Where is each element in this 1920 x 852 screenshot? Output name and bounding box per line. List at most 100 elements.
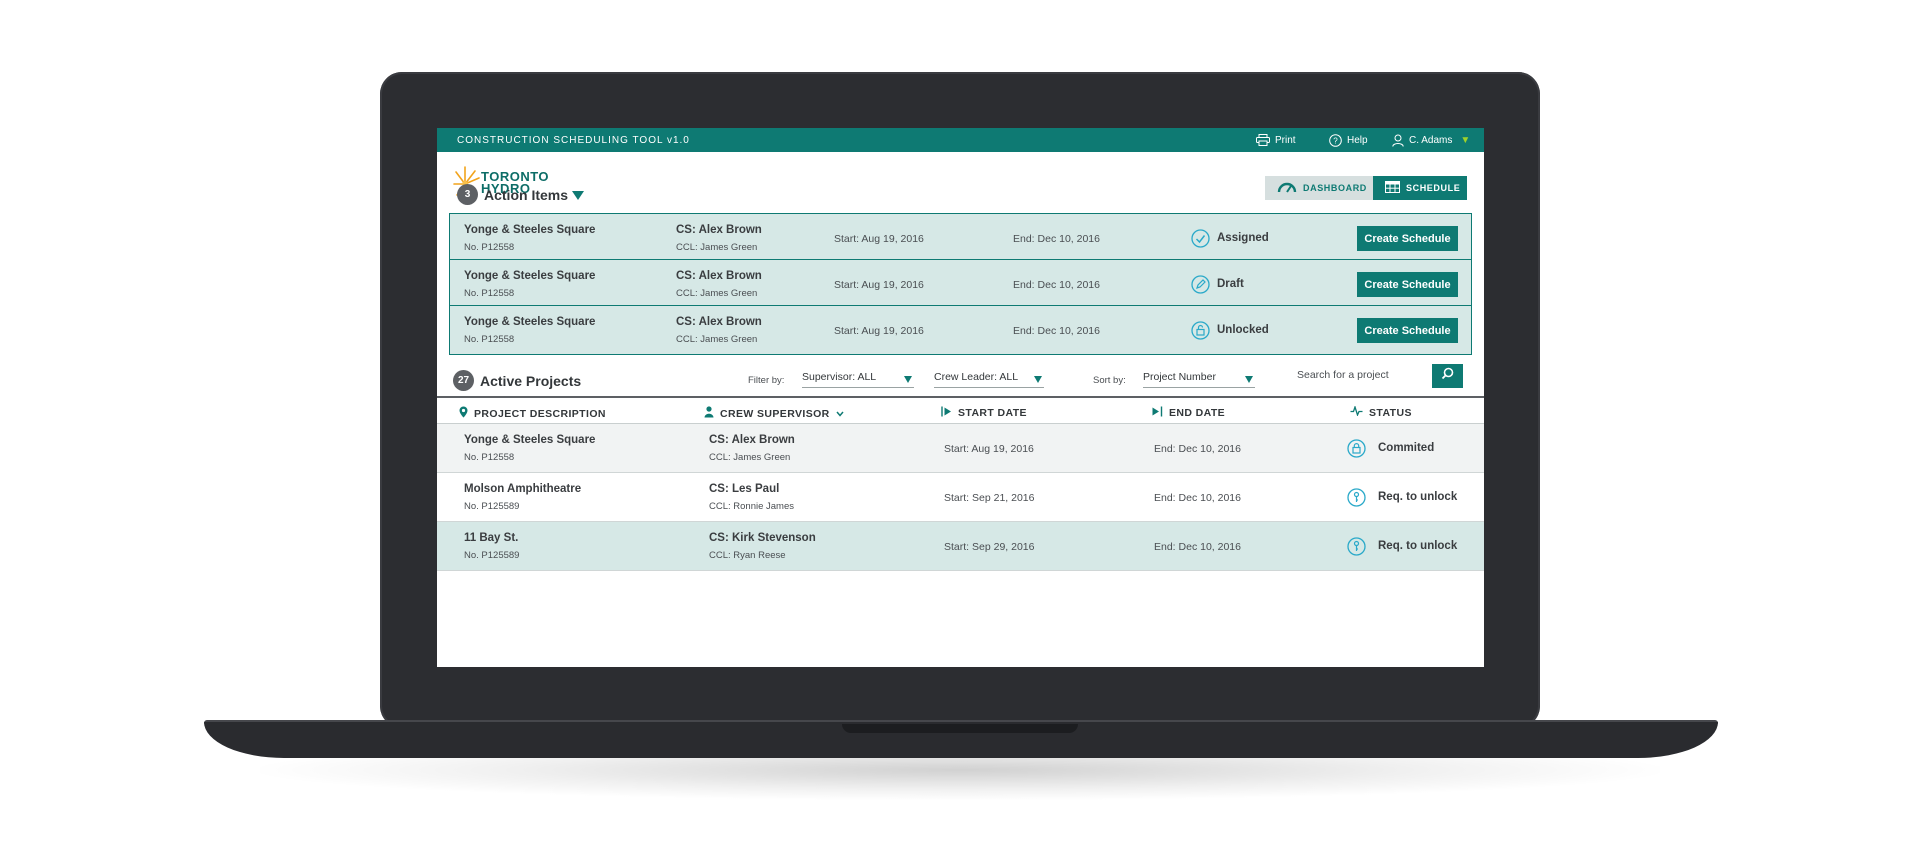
crew-supervisor: CS: Alex Brown [676,270,762,282]
project-number: No. P12558 [464,334,515,345]
end-date: End: Dec 10, 2016 [1154,541,1241,553]
end-date: End: Dec 10, 2016 [1154,492,1241,504]
calendar-grid-icon [1385,181,1400,195]
user-name: C. Adams [1409,135,1453,146]
projects-table-header: PROJECT DESCRIPTION CREW SUPERVISOR STAR… [437,396,1484,424]
help-label: Help [1347,135,1368,146]
dashboard-tab[interactable]: DASHBOARD [1265,176,1373,200]
project-search-input[interactable] [1297,364,1432,386]
create-schedule-button[interactable]: Create Schedule [1357,272,1458,297]
dropdown-caret-icon [904,376,912,383]
action-item-row[interactable]: Yonge & Steeles Square No. P12558 CS: Al… [449,305,1472,355]
crew-leader: CCL: James Green [676,288,758,299]
svg-text:?: ? [1333,137,1338,146]
crew-leader: CCL: Ronnie James [709,501,795,512]
dashboard-label: DASHBOARD [1303,183,1367,193]
col-label: CREW SUPERVISOR [720,407,830,420]
schedule-tab[interactable]: SCHEDULE [1373,176,1467,200]
create-schedule-button[interactable]: Create Schedule [1357,226,1458,251]
crew-leader: CCL: James Green [676,334,758,345]
start-date: Start: Sep 29, 2016 [944,541,1035,553]
check-circle-icon [1191,229,1210,248]
print-button[interactable]: Print [1256,134,1296,146]
person-icon [704,406,714,421]
crew-leader: CCL: James Green [676,242,758,253]
start-date: Start: Aug 19, 2016 [834,279,924,291]
end-marker-icon [1152,406,1163,420]
crew-supervisor: CS: Les Paul [709,483,780,495]
key-circle-icon [1347,537,1366,556]
table-row[interactable]: 11 Bay St. No. P125589 CS: Kirk Stevenso… [437,522,1484,571]
help-button[interactable]: ? Help [1329,134,1368,147]
start-date: Start: Aug 19, 2016 [834,325,924,337]
project-number: No. P125589 [464,550,520,561]
status-label: Req. to unlock [1378,540,1458,552]
collapse-caret-icon[interactable] [572,191,584,200]
col-end-date[interactable]: END DATE [1152,406,1225,420]
filter-label: Filter by: [748,375,785,386]
supervisor-filter-value: Supervisor: ALL [802,371,877,383]
action-items-count: 3 [457,184,478,205]
crew-supervisor: CS: Alex Brown [676,224,762,236]
project-name: Yonge & Steeles Square [464,316,596,328]
status-label: Assigned [1217,232,1269,244]
sort-value: Project Number [1143,371,1216,383]
sort-select[interactable]: Project Number [1143,368,1255,388]
action-item-row[interactable]: Yonge & Steeles Square No. P12558 CS: Al… [449,213,1472,263]
pencil-circle-icon [1191,275,1210,294]
col-start-date[interactable]: START DATE [941,406,1027,420]
col-status[interactable]: STATUS [1350,404,1412,419]
project-number: No. P12558 [464,242,515,253]
sort-label: Sort by: [1093,375,1126,386]
user-menu[interactable]: C. Adams ▼ [1392,134,1470,147]
user-icon [1392,134,1404,147]
lock-circle-icon [1347,439,1366,458]
col-crew-supervisor[interactable]: CREW SUPERVISOR [704,406,844,421]
crew-supervisor: CS: Kirk Stevenson [709,532,816,544]
create-schedule-button[interactable]: Create Schedule [1357,318,1458,343]
project-number: No. P125589 [464,501,520,512]
col-label: START DATE [958,407,1027,419]
crew-supervisor: CS: Alex Brown [676,316,762,328]
pulse-icon [1350,404,1363,419]
print-label: Print [1275,134,1296,146]
key-circle-icon [1347,488,1366,507]
end-date: End: Dec 10, 2016 [1013,325,1100,337]
crew-leader-filter-select[interactable]: Crew Leader: ALL [934,368,1044,388]
table-row[interactable]: Molson Amphitheatre No. P125589 CS: Les … [437,473,1484,522]
search-button[interactable] [1432,364,1463,388]
table-row[interactable]: Yonge & Steeles Square No. P12558 CS: Al… [437,424,1484,473]
start-date: Start: Sep 21, 2016 [944,492,1035,504]
action-items-title: Action Items [484,187,569,203]
active-projects-count: 27 [453,370,474,391]
dropdown-caret-icon [1245,376,1253,383]
search-icon [1441,367,1454,385]
project-number: No. P12558 [464,288,515,299]
end-date: End: Dec 10, 2016 [1154,443,1241,455]
dropdown-caret-icon [1034,376,1042,383]
col-label: STATUS [1369,406,1412,419]
project-number: No. P12558 [464,452,515,463]
action-item-row[interactable]: Yonge & Steeles Square No. P12558 CS: Al… [449,259,1472,309]
end-date: End: Dec 10, 2016 [1013,233,1100,245]
end-date: End: Dec 10, 2016 [1013,279,1100,291]
col-project-description[interactable]: PROJECT DESCRIPTION [459,406,606,421]
map-pin-icon [459,406,468,421]
start-date: Start: Aug 19, 2016 [834,233,924,245]
crew-supervisor: CS: Alex Brown [709,434,795,446]
unlock-circle-icon [1191,321,1210,340]
col-label: PROJECT DESCRIPTION [474,407,606,420]
supervisor-filter-select[interactable]: Supervisor: ALL [802,368,914,388]
caret-down-icon: ▼ [1460,135,1471,146]
status-label: Draft [1217,278,1244,290]
project-name: Yonge & Steeles Square [464,434,596,446]
view-toggle: DASHBOARD SCHEDULE [1265,176,1467,200]
app-screen: CONSTRUCTION SCHEDULING TOOL v1.0 Print … [437,128,1484,667]
laptop-mockup: CONSTRUCTION SCHEDULING TOOL v1.0 Print … [0,0,1920,852]
crew-leader: CCL: James Green [709,452,791,463]
project-name: 11 Bay St. [464,532,519,544]
project-name: Yonge & Steeles Square [464,224,596,236]
status-label: Unlocked [1217,324,1269,336]
project-name: Yonge & Steeles Square [464,270,596,282]
top-bar: CONSTRUCTION SCHEDULING TOOL v1.0 Print … [437,128,1484,152]
